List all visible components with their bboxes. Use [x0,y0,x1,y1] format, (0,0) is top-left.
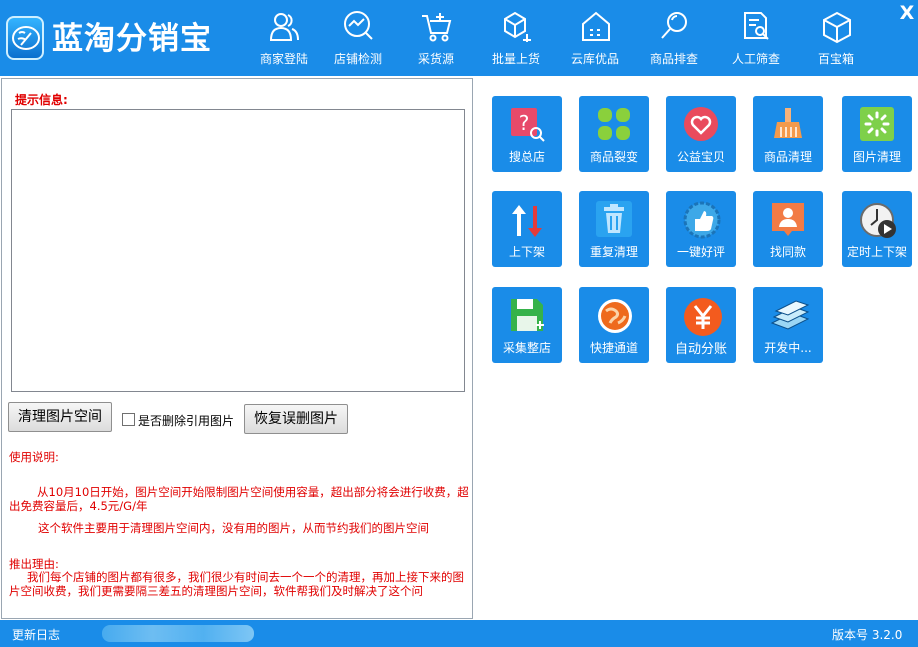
tile-charity-item[interactable]: 公益宝贝 [666,96,736,172]
question-search-icon: ? [511,108,545,142]
globe-icon [598,299,632,333]
reason-body: 我们每个店铺的图片都有很多，我们很少有时间去一个一个的清理，再加上接下来的图片空… [9,570,464,598]
close-button[interactable]: X [897,2,917,24]
save-disk-icon [511,299,544,331]
tile-one-click-review[interactable]: 一键好评 [666,191,736,267]
version-label: 版本号 3.2.0 [832,628,903,642]
status-bar: 更新日志 版本号 3.2.0 [0,620,918,647]
tile-in-development[interactable]: 开发中... [753,287,823,363]
nav-shop-check[interactable]: 店铺检测 [319,0,397,76]
cart-add-icon [422,13,452,42]
nav-cloud-products[interactable]: 云库优品 [556,0,634,76]
thumbs-up-icon [683,201,721,239]
hint-label: 提示信息: [15,93,68,107]
nav-batch-upload[interactable]: 批量上货 [477,0,555,76]
tile-search-main-shop[interactable]: ? 搜总店 [492,96,562,172]
tile-list-delist[interactable]: 上下架 [492,191,562,267]
clock-play-icon [860,203,896,238]
broom-icon [774,108,802,138]
tile-label: 一键好评 [676,245,725,259]
tile-label: 上下架 [508,245,545,259]
info-textarea[interactable] [11,109,465,392]
restore-deleted-button[interactable]: 恢复误删图片 [244,404,348,434]
tile-label: 定时上下架 [846,245,907,259]
person-card-icon [772,203,804,236]
document-search-icon [744,12,769,40]
nav-label: 商品排查 [649,52,698,66]
tile-label: 自动分账 [674,342,727,357]
tile-duplicate-cleanup[interactable]: 重复清理 [579,191,649,267]
tile-label: 商品清理 [763,150,812,164]
usage-title: 使用说明: [9,450,59,464]
user-group-icon [269,13,299,41]
tile-auto-split-account[interactable]: 自动分账 [666,287,736,363]
reason-title: 推出理由: [9,557,59,571]
nav-label: 百宝箱 [817,52,854,66]
nav-label: 商家登陆 [259,52,308,66]
usage-paragraph-1: 从10月10日开始，图片空间开始限制图片空间使用容量，超出部分将会进行收费，超出… [9,485,469,513]
nav-merchant-login[interactable]: 商家登陆 [245,0,323,76]
search-chart-icon [344,11,373,40]
tile-product-cleanup[interactable]: 商品清理 [753,96,823,172]
delete-referenced-label: 是否删除引用图片 [138,414,235,428]
logo-icon [6,16,44,60]
tile-collect-shop[interactable]: 采集整店 [492,287,562,363]
app-title: 蓝淘分销宝 [52,21,212,57]
up-down-arrow-icon [512,205,542,237]
four-leaf-icon [598,108,630,140]
nav-label: 人工筛查 [731,52,780,66]
tile-label: 图片清理 [852,150,901,164]
nav-product-check[interactable]: 商品排查 [635,0,713,76]
yen-coin-icon [684,298,722,336]
box-upload-icon [504,11,531,42]
treasure-box-icon [823,11,851,44]
nav-manual-check[interactable]: 人工筛查 [717,0,795,76]
tile-image-cleanup[interactable]: 图片清理 [842,96,912,172]
tile-quick-channel[interactable]: 快捷通道 [579,287,649,363]
tile-label: 开发中... [764,341,812,355]
warehouse-icon [582,11,610,41]
tile-label: 商品裂变 [589,150,638,164]
tile-label: 采集整店 [502,341,551,355]
nav-label: 采货源 [417,52,454,66]
magnifier-icon [661,12,687,39]
trash-icon [596,201,632,237]
usage-paragraph-2: 这个软件主要用于清理图片空间内，没有用的图片，从而节约我们的图片空间 [38,521,429,535]
tile-label: 找同款 [769,245,806,259]
tile-find-same[interactable]: 找同款 [753,191,823,267]
stacked-books-icon [770,300,810,330]
svg-text:?: ? [519,111,530,135]
nav-label: 店铺检测 [333,52,382,66]
title-bar: 蓝淘分销宝 商家登陆 店铺检测 采货源 批量上货 云库优品 商品排查 人工筛查 … [0,0,918,76]
tile-label: 搜总店 [508,150,545,164]
tile-label: 公益宝贝 [676,150,725,164]
tile-product-fission[interactable]: 商品裂变 [579,96,649,172]
tile-scheduled-listing[interactable]: 定时上下架 [842,191,912,267]
image-clean-icon [860,107,894,141]
tile-label: 重复清理 [589,245,638,259]
nav-label: 云库优品 [570,52,619,66]
nav-label: 批量上货 [491,52,540,66]
nav-toolbox[interactable]: 百宝箱 [797,0,875,76]
tile-label: 快捷通道 [589,341,638,355]
delete-referenced-checkbox[interactable] [122,413,135,426]
clean-image-space-button[interactable]: 清理图片空间 [8,402,112,432]
heart-icon [684,107,718,141]
left-panel: 提示信息: 清理图片空间 是否删除引用图片 恢复误删图片 使用说明: 从10月1… [1,78,473,619]
nav-sourcing[interactable]: 采货源 [397,0,475,76]
changelog-link[interactable]: 更新日志 [12,626,60,643]
status-progress-blur [102,625,254,642]
